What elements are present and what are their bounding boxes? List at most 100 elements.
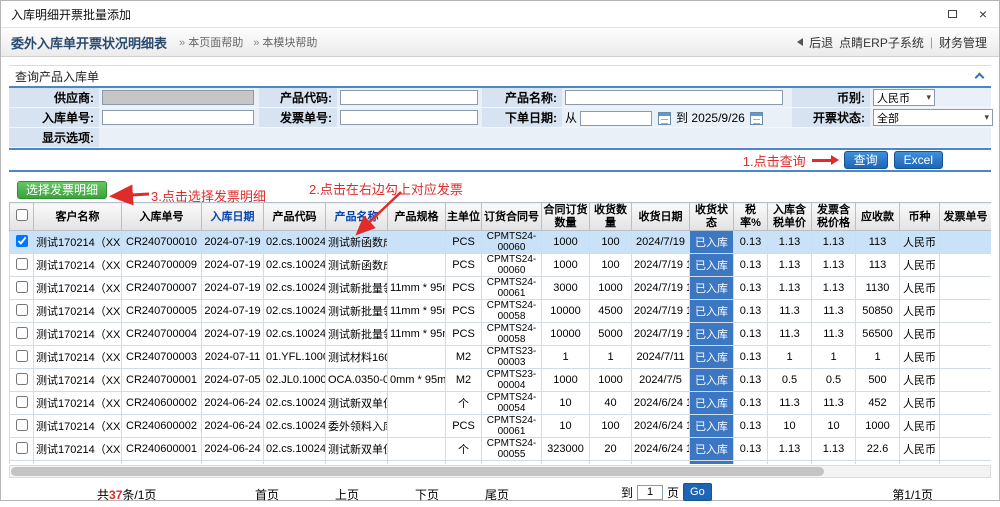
select-invoice-detail-button[interactable]: 选择发票明细 (17, 181, 107, 199)
cell-tax_rate: 0.13 (734, 231, 768, 254)
product-name-input[interactable] (565, 90, 783, 105)
cell-invoice_price: 1.13 (812, 231, 856, 254)
go-button[interactable]: Go (683, 483, 712, 501)
cell-received_date: 2024/7/19 10 (632, 323, 690, 346)
cell-currency: 人民币 (900, 300, 940, 323)
cell-status: 已入库 (690, 438, 734, 461)
column-header-received_date: 收货日期 (632, 203, 690, 231)
goto-label: 到 (621, 484, 633, 501)
row-checkbox[interactable] (16, 327, 28, 339)
cell-inbound_no: CR240700004 (122, 323, 202, 346)
row-checkbox[interactable] (16, 281, 28, 293)
collapse-chevron-icon[interactable] (975, 73, 985, 83)
inbound-no-input[interactable] (102, 110, 254, 125)
back-icon (797, 38, 803, 46)
maximize-icon[interactable] (948, 7, 957, 21)
cell-invoice_price: 0.5 (812, 369, 856, 392)
cell-status: 已入库 (690, 323, 734, 346)
row-checkbox[interactable] (16, 442, 28, 454)
cell-inbound_date: 2024-07-19 (202, 254, 264, 277)
select-all-checkbox[interactable] (16, 209, 28, 221)
cell-inbound_no: CR240600001 (122, 438, 202, 461)
row-checkbox[interactable] (16, 419, 28, 431)
currency-select[interactable]: 人民币 ▾ (873, 89, 935, 106)
table-row: 测试170214（XX）CR2407000092024-07-1902.cs.1… (10, 254, 992, 277)
cell-invoice_price: 11.3 (812, 392, 856, 415)
cell-invoice_price: 11.3 (812, 323, 856, 346)
cell-contract_no: CPMTS23-00003 (482, 346, 542, 369)
cell-product_spec (388, 392, 446, 415)
cell-tax_rate: 0.13 (734, 254, 768, 277)
titlebar: 入库明细开票批量添加 × (1, 1, 999, 27)
cell-unit: PCS (446, 415, 482, 438)
annotation-step3: 3.点击选择发票明细 (151, 186, 266, 205)
cell-inbound_date: 2024-05-27 (202, 461, 264, 465)
cell-product_spec (388, 231, 446, 254)
row-checkbox[interactable] (16, 396, 28, 408)
cell-contract_no: CPMTS24-00054 (482, 392, 542, 415)
column-header-receivable: 应收款 (856, 203, 900, 231)
module-help-link[interactable]: 本模块帮助 (253, 34, 317, 50)
horizontal-scrollbar[interactable] (9, 465, 991, 478)
system-link[interactable]: 点睛ERP子系统 (839, 34, 924, 51)
horizontal-scrollbar-thumb[interactable] (11, 467, 824, 476)
cell-customer: 测试170214（XX） (34, 231, 122, 254)
cell-invoice_price: 1.13 (812, 438, 856, 461)
row-checkbox[interactable] (16, 235, 28, 247)
column-header-product_name[interactable]: 产品名称 (326, 203, 388, 231)
row-checkbox[interactable] (16, 304, 28, 316)
cell-stockin_price: 1.13 (768, 438, 812, 461)
cell-customer: 测试170214（XX） (34, 461, 122, 465)
back-link[interactable]: 后退 (809, 34, 833, 51)
row-checkbox[interactable] (16, 350, 28, 362)
cell-inbound_date: 2024-07-05 (202, 369, 264, 392)
cell-product_code: 01.YFL.10000 (264, 346, 326, 369)
column-header-stockin_price: 入库含税单价 (768, 203, 812, 231)
column-header-received_qty: 收货数量 (590, 203, 632, 231)
cell-product_spec: 11mm * 95m (388, 323, 446, 346)
table-row: 测试170214（XX）CR2406000022024-06-2402.cs.1… (10, 415, 992, 438)
invoice-status-label: 开票状态: (792, 108, 870, 128)
cell-status: 已入库 (690, 392, 734, 415)
cell-contract_qty: 1000 (542, 254, 590, 277)
row-select-cell (10, 254, 34, 277)
page-help-link[interactable]: 本页面帮助 (179, 34, 243, 50)
cell-currency: 人民币 (900, 461, 940, 465)
calendar-icon[interactable] (750, 112, 763, 125)
date-from-input[interactable] (580, 111, 652, 126)
page-header: 委外入库单开票状况明细表 本页面帮助 本模块帮助 后退 点睛ERP子系统 | 财… (1, 27, 999, 57)
cell-contract_qty: 3000 (542, 277, 590, 300)
row-checkbox[interactable] (16, 258, 28, 270)
row-checkbox[interactable] (16, 373, 28, 385)
excel-button[interactable]: Excel (894, 151, 943, 169)
invoice-no-input[interactable] (340, 110, 478, 125)
cell-product_name: 测试新批量领 (326, 300, 388, 323)
supplier-input[interactable] (102, 90, 254, 105)
cell-unit: PCS (446, 254, 482, 277)
cell-received_date: 2024/6/24 16 (632, 415, 690, 438)
search-button[interactable]: 查询 (844, 151, 888, 169)
cell-contract_no: CPMTS24- (482, 461, 542, 465)
goto-page-input[interactable] (637, 485, 663, 500)
calendar-icon[interactable] (658, 112, 671, 125)
cell-received_date: 2024/7/19 10 (632, 300, 690, 323)
cell-inbound_no: CR240700009 (122, 254, 202, 277)
cell-inbound_no: CR240500012 (122, 461, 202, 465)
date-to-value[interactable]: 2025/9/26 (691, 111, 744, 125)
close-icon[interactable]: × (979, 7, 987, 21)
cell-contract_qty: 1000 (542, 231, 590, 254)
date-from-label: 从 (565, 111, 577, 125)
cell-receivable: 22.6 (856, 438, 900, 461)
cell-invoice_no (940, 254, 992, 277)
inbound-no-label: 入库单号: (9, 108, 99, 128)
pagination-bar: 共37条/1页 首页 上页 下页 尾页 到 页 Go 第1/1页 (9, 481, 991, 507)
column-header-inbound_date[interactable]: 入库日期 (202, 203, 264, 231)
cell-product_name: 测试新函数成 (326, 254, 388, 277)
cell-product_spec (388, 461, 446, 465)
table-row: 测试170214（XX）CR2407000102024-07-1902.cs.1… (10, 231, 992, 254)
module-link[interactable]: 财务管理 (939, 34, 987, 51)
product-code-input[interactable] (340, 90, 478, 105)
row-select-cell (10, 461, 34, 465)
invoice-status-select[interactable]: 全部 ▾ (873, 109, 993, 126)
cell-customer: 测试170214（XX） (34, 392, 122, 415)
